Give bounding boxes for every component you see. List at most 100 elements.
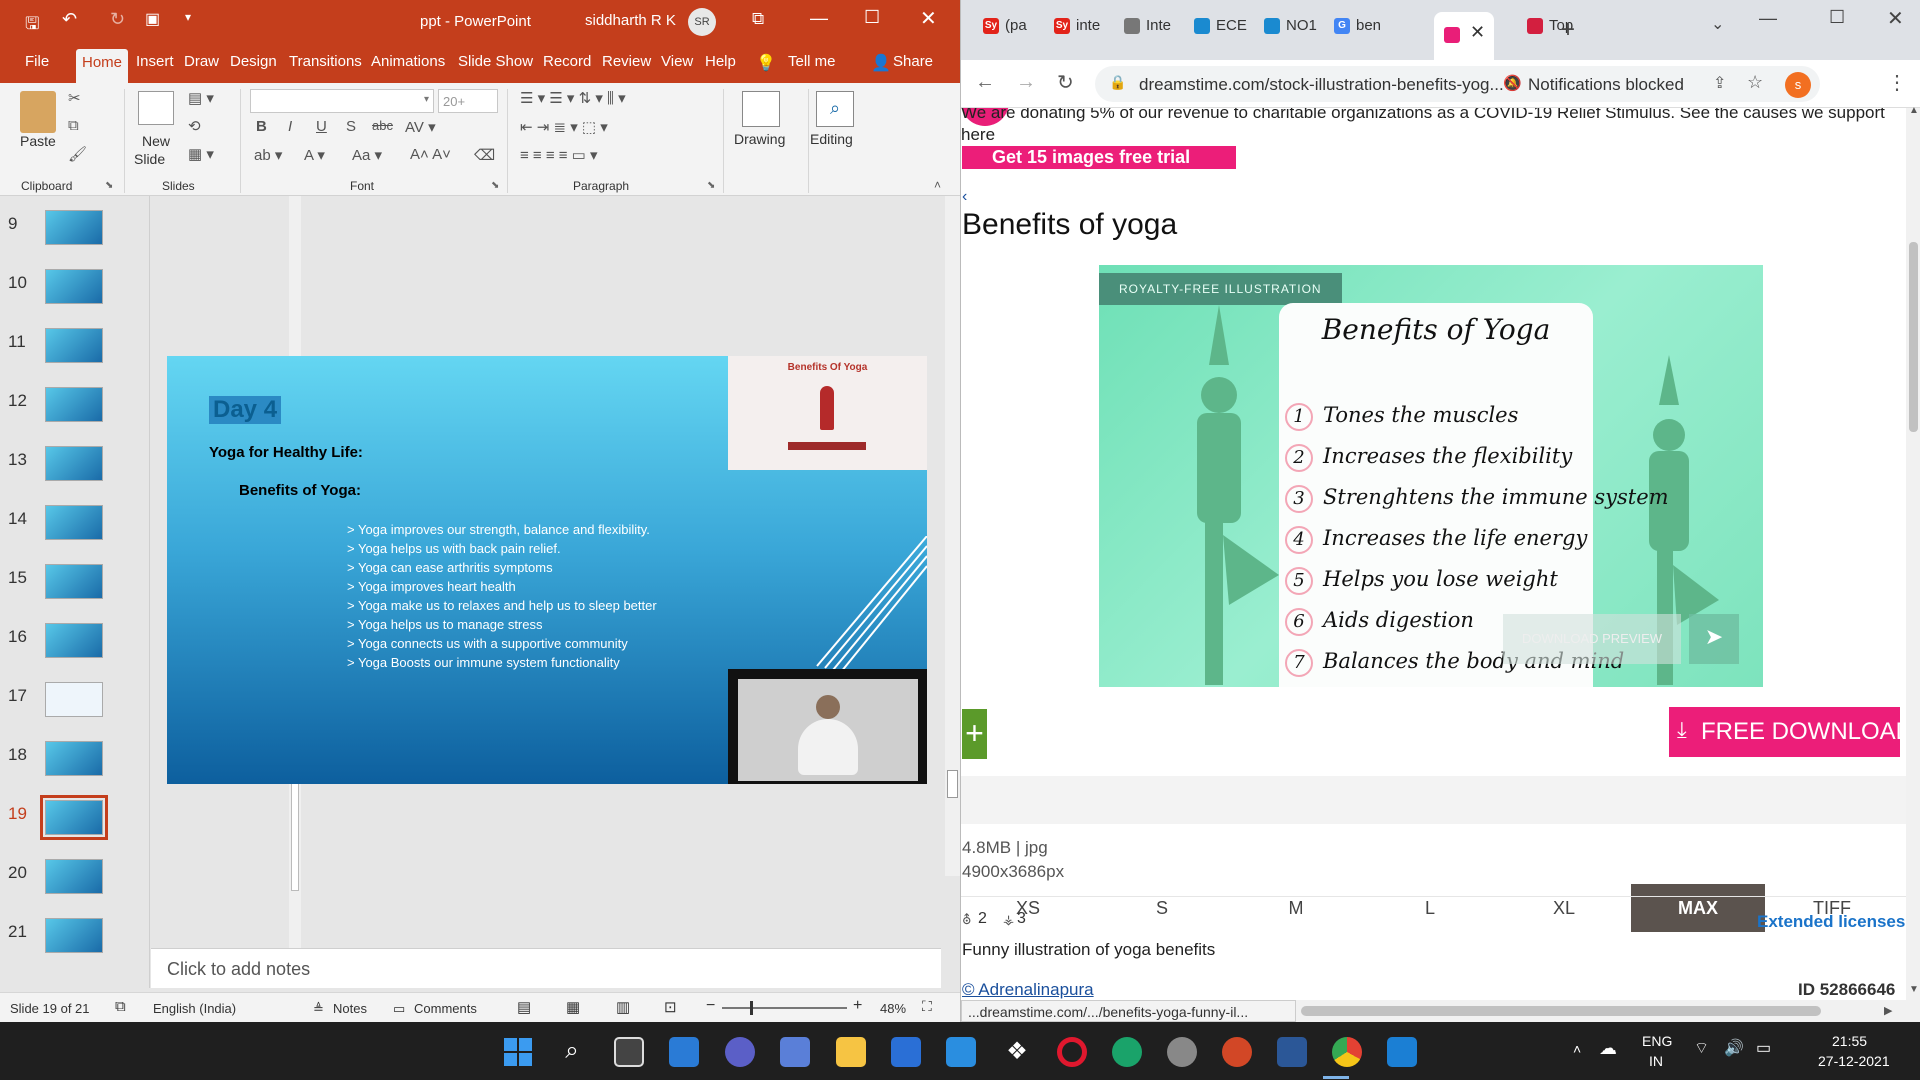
address-bar[interactable]: 🔒 dreamstime.com/stock-illustration-bene… <box>1095 66 1820 102</box>
profile-avatar[interactable]: s <box>1785 72 1811 98</box>
close-icon[interactable]: ✕ <box>920 6 937 31</box>
layout-icon[interactable]: ▤ ▾ <box>188 89 214 107</box>
tab-view[interactable]: View <box>661 53 693 70</box>
redo-icon[interactable]: ↻ <box>110 9 125 30</box>
stock-illustration[interactable]: ROYALTY-FREE ILLUSTRATION Benefits of Yo… <box>1099 265 1763 687</box>
slide-heading[interactable]: Yoga for Healthy Life: <box>209 444 363 461</box>
editing-button[interactable]: Editing <box>810 131 853 147</box>
send-icon[interactable]: ➤ <box>1689 614 1739 664</box>
drawing-icon[interactable] <box>742 91 780 127</box>
slide-thumb[interactable] <box>45 623 103 658</box>
fit-slide-icon[interactable]: ⛶ <box>922 998 932 1015</box>
notes-icon[interactable]: ≜ <box>313 1001 324 1017</box>
undo-icon[interactable]: ↶ <box>62 9 77 30</box>
clock-time[interactable]: 21:55 <box>1832 1033 1867 1049</box>
notes-pane[interactable]: Click to add notes <box>151 948 941 988</box>
search-icon[interactable]: ⌕ <box>557 1037 587 1067</box>
zoom-out-icon[interactable]: − <box>706 997 715 1015</box>
minimize-icon[interactable]: — <box>1759 8 1777 29</box>
url-text[interactable]: dreamstime.com/stock-illustration-benefi… <box>1139 75 1504 95</box>
tell-me[interactable]: Tell me <box>788 53 836 70</box>
share-icon[interactable]: ⇪ <box>1713 73 1726 93</box>
underline-icon[interactable]: U <box>316 118 327 135</box>
scroll-down-icon[interactable]: ▼ <box>1909 984 1919 995</box>
bullets-icon[interactable]: ☰ ▾ ☰ ▾ ⇅ ▾ ⫼ ▾ <box>520 89 626 107</box>
canvas-scrollbar[interactable] <box>945 196 960 876</box>
notepad-icon[interactable] <box>780 1037 810 1067</box>
present-icon[interactable]: ▣ <box>145 9 160 29</box>
browser-tab[interactable]: NO1 <box>1264 17 1317 47</box>
notifications-blocked[interactable]: Notifications blocked <box>1528 75 1684 95</box>
indent-icon[interactable]: ⇤ ⇥ ≣ ▾ ⬚ ▾ <box>520 118 608 136</box>
tab-design[interactable]: Design <box>230 53 277 70</box>
cloud-icon[interactable]: ☁ <box>1599 1038 1617 1059</box>
paste-icon[interactable] <box>20 91 56 133</box>
free-download-button[interactable]: ⤓ FREE DOWNLOAD <box>1669 707 1906 757</box>
slide-thumb[interactable] <box>45 505 103 540</box>
start-icon[interactable] <box>503 1037 533 1067</box>
slide-thumb[interactable] <box>45 918 103 953</box>
reset-icon[interactable]: ⟲ <box>188 117 201 135</box>
slide-thumb[interactable] <box>45 446 103 481</box>
search-icon[interactable]: ⌕ <box>816 91 854 127</box>
language-status[interactable]: English (India) <box>153 1001 236 1016</box>
collapse-ribbon-icon[interactable]: ˄ <box>934 178 941 192</box>
mail-icon[interactable] <box>946 1037 976 1067</box>
minimize-icon[interactable]: — <box>810 8 828 29</box>
menu-icon[interactable]: ⋮ <box>1887 70 1907 95</box>
tab-animations[interactable]: Animations <box>371 53 445 70</box>
format-painter-icon[interactable]: 🖌 <box>68 145 87 163</box>
scroll-up-icon[interactable]: ▲ <box>1909 105 1919 116</box>
language-in[interactable]: IN <box>1649 1053 1663 1069</box>
forward-icon[interactable]: → <box>1016 71 1036 94</box>
tab-home[interactable]: Home <box>76 49 128 83</box>
page-scrollbar[interactable]: ▲ ▼ <box>1906 105 1920 1000</box>
maximize-icon[interactable]: ☐ <box>1829 7 1845 28</box>
edge-icon[interactable] <box>1112 1037 1142 1067</box>
spacing-icon[interactable]: AV ▾ <box>405 118 436 136</box>
ribbon-display-icon[interactable]: ⧉ <box>752 9 764 29</box>
clear-icon[interactable]: ⌫ <box>474 146 495 164</box>
font-color-icon[interactable]: A ▾ <box>304 146 325 164</box>
shadow-icon[interactable]: S <box>346 118 356 135</box>
lock-icon[interactable]: 🔒 <box>1109 74 1126 91</box>
zoom-level[interactable]: 48% <box>880 1001 906 1016</box>
battery-icon[interactable]: ▭ <box>1756 1038 1771 1058</box>
size-option[interactable]: XL <box>1497 884 1631 932</box>
zoom-slider[interactable] <box>722 1001 847 1015</box>
overflow-chevron-icon[interactable]: ˄ <box>1573 1041 1581 1057</box>
settings-icon[interactable] <box>1167 1037 1197 1067</box>
powerpoint-icon[interactable] <box>1222 1037 1252 1067</box>
chrome-icon[interactable] <box>1332 1037 1362 1067</box>
tab-transitions[interactable]: Transitions <box>289 53 362 70</box>
slide-thumb[interactable] <box>45 210 103 245</box>
author-link[interactable]: © Adrenalinapura <box>962 980 1094 1000</box>
browser-tab[interactable]: ECE <box>1194 17 1247 47</box>
cut-icon[interactable]: ✂ <box>68 89 81 107</box>
section-icon[interactable]: ▦ ▾ <box>188 145 214 163</box>
slide-day-title[interactable]: Day 4 <box>209 396 282 424</box>
slide-thumb[interactable] <box>40 795 108 840</box>
tab-record[interactable]: Record <box>543 53 591 70</box>
slide[interactable]: Day 4 Yoga for Healthy Life: Benefits of… <box>167 356 927 784</box>
accessibility-icon[interactable]: ⧉ <box>115 998 126 1015</box>
align-icon[interactable]: ≡ ≡ ≡ ≡ ▭ ▾ <box>520 146 598 164</box>
dialog-launcher-icon[interactable]: ⬊ <box>707 180 715 191</box>
tab-slide-show[interactable]: Slide Show <box>458 53 533 70</box>
bell-off-icon[interactable]: 🔕 <box>1503 74 1522 92</box>
back-icon[interactable]: ← <box>975 71 995 94</box>
back-chevron-icon[interactable]: ‹ <box>962 188 967 206</box>
slide-thumb[interactable] <box>45 387 103 422</box>
slide-thumb[interactable] <box>45 269 103 304</box>
font-size-box[interactable]: 20+ <box>438 89 498 113</box>
grow-font-icon[interactable]: A˄ A˅ <box>410 146 451 163</box>
avatar[interactable]: SR <box>688 8 716 36</box>
copy-icon[interactable]: ⧉ <box>68 117 79 134</box>
clock-date[interactable]: 27-12-2021 <box>1818 1053 1890 1069</box>
dropbox-icon[interactable]: ❖ <box>1002 1037 1032 1067</box>
scroll-thumb[interactable] <box>1301 1006 1821 1016</box>
add-icon[interactable]: + <box>962 709 987 759</box>
scroll-thumb[interactable] <box>947 770 958 798</box>
comments-button[interactable]: Comments <box>414 1001 477 1016</box>
change-case-icon[interactable]: Aa ▾ <box>352 146 382 164</box>
